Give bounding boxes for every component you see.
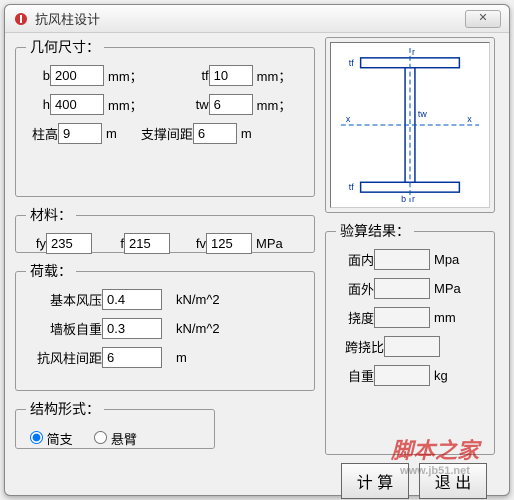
close-button[interactable]: ✕ bbox=[465, 10, 501, 28]
tw-unit: mm； bbox=[257, 95, 292, 114]
dialog-window: 抗风柱设计 ✕ 几何尺寸： b mm； tf mm； h mm； tw mm； bbox=[4, 4, 510, 496]
svg-text:x: x bbox=[467, 114, 472, 124]
tw-label: tw bbox=[163, 97, 209, 112]
tf-unit: mm； bbox=[257, 66, 292, 85]
radio-simply-input[interactable] bbox=[30, 431, 43, 444]
b-input[interactable] bbox=[50, 65, 104, 86]
out-unit: MPa bbox=[434, 281, 461, 296]
svg-text:tf: tf bbox=[349, 58, 354, 68]
h-label: h bbox=[26, 97, 50, 112]
h-input[interactable] bbox=[50, 94, 104, 115]
material-unit: MPa bbox=[256, 236, 283, 251]
svg-text:tf: tf bbox=[349, 182, 354, 192]
result-group: 验算结果： 面内 Mpa 面外 MPa 挠度 mm 跨挠比 自重 bbox=[325, 221, 495, 455]
wind-unit: kN/m^2 bbox=[176, 292, 220, 307]
exit-button[interactable]: 退 出 bbox=[419, 463, 487, 499]
h-unit: mm； bbox=[108, 95, 143, 114]
svg-text:tw: tw bbox=[418, 109, 427, 119]
i-beam-icon: r r x x tw tf tf b bbox=[330, 42, 490, 208]
material-group: 材料： fy f fv MPa bbox=[15, 205, 315, 253]
fv-label: fv bbox=[178, 236, 206, 251]
radio-simply[interactable]: 简支 bbox=[30, 432, 73, 447]
structure-group: 结构形式： 简支 悬臂 bbox=[15, 399, 215, 449]
ratio-label: 跨挠比 bbox=[336, 337, 384, 356]
titlebar[interactable]: 抗风柱设计 ✕ bbox=[5, 5, 509, 33]
wall-label: 墙板自重 bbox=[26, 319, 102, 338]
weight-unit: kg bbox=[434, 368, 448, 383]
out-output bbox=[374, 278, 430, 299]
ratio-output bbox=[384, 336, 440, 357]
geometry-legend: 几何尺寸： bbox=[26, 37, 104, 57]
svg-text:b: b bbox=[401, 194, 406, 204]
colh-input[interactable] bbox=[58, 123, 102, 144]
client-area: 几何尺寸： b mm； tf mm； h mm； tw mm； 柱高 m bbox=[5, 33, 509, 495]
tw-input[interactable] bbox=[209, 94, 253, 115]
structure-legend: 结构形式： bbox=[26, 399, 104, 419]
defl-label: 挠度 bbox=[336, 308, 374, 327]
in-unit: Mpa bbox=[434, 252, 459, 267]
spacing-label: 支撑间距 bbox=[131, 124, 193, 143]
colh-label: 柱高 bbox=[26, 124, 58, 143]
wind-label: 基本风压 bbox=[26, 290, 102, 309]
dist-label: 抗风柱间距 bbox=[26, 348, 102, 367]
b-label: b bbox=[26, 68, 50, 83]
svg-text:r: r bbox=[412, 47, 415, 57]
f-input[interactable] bbox=[124, 233, 170, 254]
fy-input[interactable] bbox=[46, 233, 92, 254]
tf-input[interactable] bbox=[209, 65, 253, 86]
in-label: 面内 bbox=[336, 250, 374, 269]
wall-input[interactable] bbox=[102, 318, 162, 339]
colh-unit: m bbox=[106, 126, 117, 141]
material-legend: 材料： bbox=[26, 205, 76, 225]
defl-unit: mm bbox=[434, 310, 456, 325]
svg-text:x: x bbox=[346, 114, 351, 124]
result-legend: 验算结果： bbox=[336, 221, 414, 241]
radio-cantilever-input[interactable] bbox=[94, 431, 107, 444]
f-label: f bbox=[100, 236, 124, 251]
spacing-unit: m bbox=[241, 126, 252, 141]
spacing-input[interactable] bbox=[193, 123, 237, 144]
app-icon bbox=[13, 11, 29, 27]
geometry-group: 几何尺寸： b mm； tf mm； h mm； tw mm； 柱高 m bbox=[15, 37, 315, 197]
weight-label: 自重 bbox=[336, 366, 374, 385]
b-unit: mm； bbox=[108, 66, 143, 85]
tf-label: tf bbox=[163, 68, 209, 83]
window-title: 抗风柱设计 bbox=[35, 9, 465, 28]
section-diagram: r r x x tw tf tf b bbox=[325, 37, 495, 213]
out-label: 面外 bbox=[336, 279, 374, 298]
fv-input[interactable] bbox=[206, 233, 252, 254]
wind-input[interactable] bbox=[102, 289, 162, 310]
defl-output bbox=[374, 307, 430, 328]
wall-unit: kN/m^2 bbox=[176, 321, 220, 336]
dist-input[interactable] bbox=[102, 347, 162, 368]
weight-output bbox=[374, 365, 430, 386]
radio-cantilever[interactable]: 悬臂 bbox=[94, 432, 137, 447]
dist-unit: m bbox=[176, 350, 187, 365]
load-group: 荷载： 基本风压 kN/m^2 墙板自重 kN/m^2 抗风柱间距 m bbox=[15, 261, 315, 391]
load-legend: 荷载： bbox=[26, 261, 76, 281]
calculate-button[interactable]: 计 算 bbox=[341, 463, 409, 499]
in-output bbox=[374, 249, 430, 270]
svg-text:r: r bbox=[412, 194, 415, 204]
fy-label: fy bbox=[26, 236, 46, 251]
